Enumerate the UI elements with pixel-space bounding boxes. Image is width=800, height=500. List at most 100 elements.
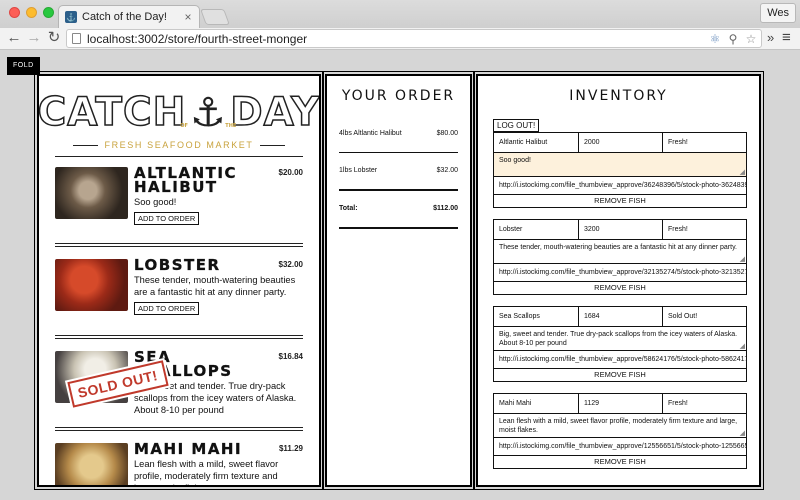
order-total-label: Total:: [339, 205, 358, 212]
inventory-item: Altlantic Halibut 2000 Fresh! Soo good! …: [493, 132, 747, 208]
fish-status-select[interactable]: Sold Out!: [662, 307, 746, 326]
inventory-item: Lobster 3200 Fresh! These tender, mouth-…: [493, 219, 747, 295]
fish-description-textarea[interactable]: Soo good! ◢: [494, 153, 746, 177]
fish-name-input[interactable]: Mahi Mahi: [494, 394, 578, 413]
close-window-button[interactable]: [9, 7, 20, 18]
fish-name-input[interactable]: Altlantic Halibut: [494, 133, 578, 152]
order-total-value: $112.00: [433, 205, 458, 212]
resize-grip-icon[interactable]: ◢: [740, 343, 745, 350]
fish-image-input[interactable]: http://i.istockimg.com/file_thumbview_ap…: [494, 438, 746, 456]
window-controls: [9, 7, 54, 18]
fish-price: $16.84: [278, 352, 303, 361]
forward-arrow-icon[interactable]: →: [26, 29, 42, 47]
address-bar[interactable]: localhost:3002/store/fourth-street-monge…: [66, 29, 762, 48]
fish-price: $11.29: [278, 444, 303, 453]
fish-item: LOBSTER $32.00 These tender, mouth-water…: [55, 257, 303, 329]
fish-divider: [55, 427, 303, 431]
zoom-icon[interactable]: ⚲: [725, 32, 741, 46]
fish-price: $32.00: [278, 260, 303, 269]
inventory-list: Altlantic Halibut 2000 Fresh! Soo good! …: [493, 132, 747, 480]
zoom-window-button[interactable]: [43, 7, 54, 18]
order-item: 4lbs Altlantic Halibut $80.00: [339, 130, 458, 152]
profile-button[interactable]: Wes: [760, 3, 796, 23]
menu-panel: CATCH OF THE ⚓ DAY FRESH SEAFOOD MARKET: [34, 71, 324, 490]
minimize-window-button[interactable]: [26, 7, 37, 18]
fish-image-input[interactable]: http://i.istockimg.com/file_thumbview_ap…: [494, 351, 746, 369]
react-devtools-icon[interactable]: ⚛: [707, 32, 723, 46]
fish-status-select[interactable]: Fresh!: [662, 220, 746, 239]
fish-name-input[interactable]: Sea Scallops: [494, 307, 578, 326]
resize-grip-icon[interactable]: ◢: [740, 430, 745, 437]
logo-word-of: OF: [180, 123, 188, 129]
store-logo: CATCH OF THE ⚓ DAY FRESH SEAFOOD MARKET: [39, 76, 319, 150]
remove-fish-button[interactable]: REMOVE FISH: [494, 282, 746, 294]
resize-grip-icon[interactable]: ◢: [740, 256, 745, 263]
fish-status-select[interactable]: Fresh!: [662, 133, 746, 152]
order-title: YOUR ORDER: [341, 88, 456, 104]
fish-name-input[interactable]: Lobster: [494, 220, 578, 239]
tab-title: Catch of the Day!: [82, 11, 167, 23]
fish-image-input[interactable]: http://i.istockimg.com/file_thumbview_ap…: [494, 177, 746, 195]
fish-item: SEA SCALLOPS $16.84 Big, sweet and tende…: [55, 349, 303, 421]
back-arrow-icon[interactable]: ←: [6, 29, 22, 47]
reload-icon[interactable]: ↻: [46, 29, 62, 47]
fish-divider: [55, 335, 303, 339]
extensions-overflow-icon[interactable]: »: [767, 29, 774, 47]
fish-image-input[interactable]: http://i.istockimg.com/file_thumbview_ap…: [494, 264, 746, 282]
fish-description-textarea[interactable]: These tender, mouth-watering beauties ar…: [494, 240, 746, 264]
order-divider: [339, 227, 458, 229]
fish-divider: [55, 243, 303, 247]
order-item-label: 1lbs Lobster: [339, 167, 378, 174]
fish-description-textarea[interactable]: Big, sweet and tender. True dry-pack sca…: [494, 327, 746, 351]
order-item: 1lbs Lobster $32.00: [339, 167, 458, 189]
fish-image: [55, 443, 128, 485]
fish-description-text: These tender, mouth-watering beauties ar…: [499, 244, 738, 251]
fish-description: Lean flesh with a mild, sweet flavor pro…: [134, 459, 279, 485]
fish-price-input[interactable]: 1684: [578, 307, 662, 326]
fold-button[interactable]: FOLD: [7, 57, 40, 75]
tab-favicon-icon: ⚓: [65, 11, 77, 23]
order-list: 4lbs Altlantic Halibut $80.00 1lbs Lobst…: [339, 130, 458, 229]
fish-status-select[interactable]: Fresh!: [662, 394, 746, 413]
fish-price-input[interactable]: 1129: [578, 394, 662, 413]
add-to-order-button[interactable]: ADD TO ORDER: [134, 302, 200, 315]
log-out-button[interactable]: LOG OUT!: [493, 119, 540, 132]
browser-tab-bar: ⚓ Catch of the Day! × Wes: [0, 0, 800, 28]
header-divider: [55, 156, 303, 157]
inventory-panel: INVENTORY LOG OUT! Altlantic Halibut 200…: [473, 71, 764, 490]
fish-item: MAHI MAHI $11.29 Lean flesh with a mild,…: [55, 440, 303, 485]
fish-description-text: Soo good!: [499, 157, 531, 164]
fish-price-input[interactable]: 3200: [578, 220, 662, 239]
inventory-title: INVENTORY: [569, 88, 668, 104]
browser-menu-icon[interactable]: ≡: [782, 29, 791, 47]
inventory-item: Sea Scallops 1684 Sold Out! Big, sweet a…: [493, 306, 747, 382]
fish-name: MAHI MAHI: [134, 440, 243, 458]
fish-description-textarea[interactable]: Lean flesh with a mild, sweet flavor pro…: [494, 414, 746, 438]
add-to-order-button[interactable]: ADD TO ORDER: [134, 212, 200, 225]
new-tab-button[interactable]: [200, 9, 230, 25]
page-content: FOLD CATCH OF THE ⚓ DAY FRESH SEAFOOD MA…: [0, 51, 800, 500]
order-item-price: $32.00: [436, 167, 458, 174]
resize-grip-icon[interactable]: ◢: [740, 169, 745, 176]
logo-word-the: THE: [225, 123, 237, 129]
order-panel: YOUR ORDER 4lbs Altlantic Halibut $80.00…: [322, 71, 475, 490]
fish-price: $20.00: [278, 168, 303, 177]
fish-description-text: Big, sweet and tender. True dry-pack sca…: [499, 331, 738, 347]
fish-item: ALTLANTIC HALIBUT $20.00 Soo good! ADD T…: [55, 165, 303, 237]
fish-price-input[interactable]: 2000: [578, 133, 662, 152]
fish-description: Soo good!: [134, 197, 177, 207]
remove-fish-button[interactable]: REMOVE FISH: [494, 369, 746, 381]
remove-fish-button[interactable]: REMOVE FISH: [494, 456, 746, 468]
fish-image: [55, 259, 128, 311]
logo-word-catch: CATCH: [37, 89, 187, 136]
tab-close-icon[interactable]: ×: [181, 10, 195, 24]
bookmark-star-icon[interactable]: ☆: [743, 32, 759, 46]
order-divider: [339, 189, 458, 191]
browser-toolbar: ← → ↻ localhost:3002/store/fourth-street…: [0, 28, 800, 50]
remove-fish-button[interactable]: REMOVE FISH: [494, 195, 746, 207]
fish-description: These tender, mouth-watering beauties ar…: [134, 275, 296, 297]
url-text[interactable]: localhost:3002/store/fourth-street-monge…: [87, 32, 707, 46]
tagline-rule: [73, 144, 99, 146]
order-item-price: $80.00: [436, 130, 458, 137]
browser-tab[interactable]: ⚓ Catch of the Day! ×: [58, 5, 200, 28]
